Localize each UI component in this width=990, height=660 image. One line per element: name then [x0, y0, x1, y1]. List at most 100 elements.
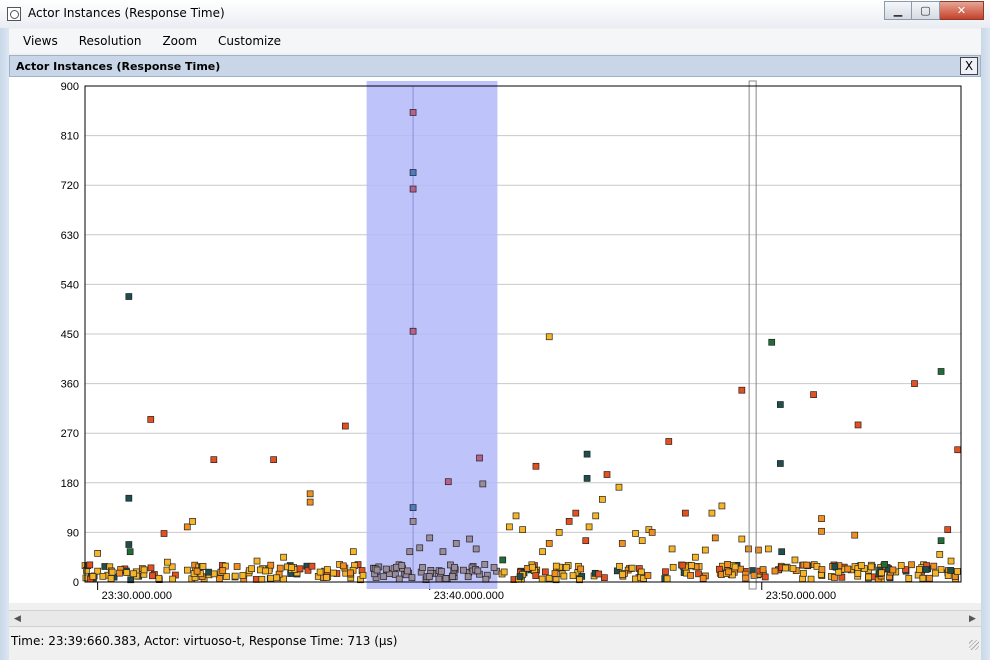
data-point — [223, 573, 230, 580]
scroll-right-icon[interactable]: ▶ — [964, 611, 981, 626]
data-point — [911, 380, 918, 387]
data-point — [460, 566, 467, 574]
data-point — [425, 573, 433, 580]
data-point — [668, 545, 676, 553]
data-point — [688, 562, 695, 569]
data-point — [648, 529, 656, 536]
data-point — [782, 564, 789, 572]
data-point — [854, 421, 862, 429]
data-point — [583, 475, 591, 482]
data-point — [426, 534, 434, 542]
data-point — [738, 535, 746, 543]
data-point — [711, 534, 719, 542]
data-point — [701, 546, 709, 554]
resize-grip-icon[interactable] — [969, 640, 979, 650]
data-point — [699, 574, 707, 582]
data-point — [881, 561, 888, 568]
data-point — [708, 509, 716, 517]
data-point — [937, 566, 945, 573]
data-point — [169, 575, 177, 583]
data-point — [107, 575, 115, 582]
data-point — [183, 566, 191, 574]
data-point — [662, 568, 669, 576]
data-point — [562, 564, 570, 571]
data-point — [147, 564, 155, 572]
data-point — [123, 569, 131, 576]
data-point — [691, 553, 699, 561]
data-point — [582, 537, 590, 545]
data-point — [288, 564, 295, 571]
data-point — [765, 545, 772, 553]
data-point — [149, 572, 156, 580]
y-tick-label: 0 — [73, 577, 79, 589]
horizontal-scrollbar[interactable]: ◀ ▶ — [9, 610, 981, 627]
data-point — [954, 568, 961, 575]
data-point — [86, 561, 94, 569]
data-point — [572, 509, 580, 517]
data-point — [818, 527, 825, 535]
data-point — [552, 562, 560, 570]
data-point — [482, 575, 490, 583]
data-point — [682, 509, 689, 517]
data-point — [603, 471, 611, 478]
data-point — [253, 557, 261, 565]
scroll-left-icon[interactable]: ◀ — [9, 611, 26, 626]
menu-resolution[interactable]: Resolution — [72, 34, 149, 48]
menu-customize[interactable]: Customize — [211, 34, 288, 48]
data-point — [183, 523, 191, 531]
data-point — [954, 446, 962, 454]
minimize-button[interactable]: ▁ — [884, 1, 912, 20]
data-point — [472, 545, 480, 553]
data-point — [205, 568, 212, 576]
data-point — [316, 568, 324, 576]
data-point — [406, 548, 414, 556]
chart-area[interactable]: 0 90 180 270 360 450 540 630 720 810 900 23:30.000.… — [9, 77, 981, 603]
title-bar[interactable]: Actor Instances (Response Time) ▁ ▢ ✕ — [0, 0, 990, 28]
data-point — [810, 391, 817, 398]
menu-views[interactable]: Views — [16, 34, 65, 48]
data-point — [341, 422, 349, 430]
data-point — [818, 566, 826, 573]
data-point — [679, 561, 687, 569]
data-point — [519, 526, 527, 533]
data-point — [155, 574, 163, 582]
data-point — [267, 574, 275, 582]
data-point — [99, 572, 107, 580]
data-point — [595, 570, 603, 578]
caption-buttons: ▁ ▢ ✕ — [884, 1, 984, 20]
x-tick-label: 23:30.000.000 — [102, 590, 172, 602]
x-tick-label: 23:50.000.000 — [766, 590, 836, 602]
data-point — [108, 568, 116, 576]
data-point — [476, 454, 483, 462]
data-point — [380, 573, 387, 580]
data-point — [569, 572, 577, 580]
data-point — [759, 566, 767, 573]
data-point — [768, 338, 776, 346]
data-point — [922, 566, 930, 573]
panel-close-button[interactable]: X — [960, 57, 978, 75]
menu-zoom[interactable]: Zoom — [155, 34, 204, 48]
data-point — [395, 575, 403, 583]
data-point — [280, 553, 287, 561]
data-point — [490, 564, 498, 571]
window-title: Actor Instances (Response Time) — [28, 6, 225, 20]
maximize-button[interactable]: ▢ — [912, 1, 940, 20]
data-point — [592, 512, 600, 520]
data-point — [835, 568, 843, 576]
data-point — [330, 569, 337, 577]
data-point — [937, 368, 945, 375]
data-point — [745, 545, 752, 553]
data-point — [718, 502, 726, 510]
data-point — [538, 575, 546, 583]
data-point — [529, 563, 536, 571]
data-point — [270, 456, 277, 464]
x-tick-label: 23:40.000.000 — [434, 590, 504, 602]
data-point — [628, 564, 636, 572]
data-point — [125, 494, 133, 502]
app-icon — [7, 7, 21, 21]
close-button[interactable]: ✕ — [940, 1, 984, 20]
scatter-chart[interactable]: 0 90 180 270 360 450 540 630 720 810 900 23:30.000.… — [9, 77, 981, 603]
data-point — [541, 568, 549, 576]
y-tick-label: 810 — [61, 131, 79, 143]
status-text: Time: 23:39:660.383, Actor: virtuoso-t, … — [11, 634, 398, 648]
